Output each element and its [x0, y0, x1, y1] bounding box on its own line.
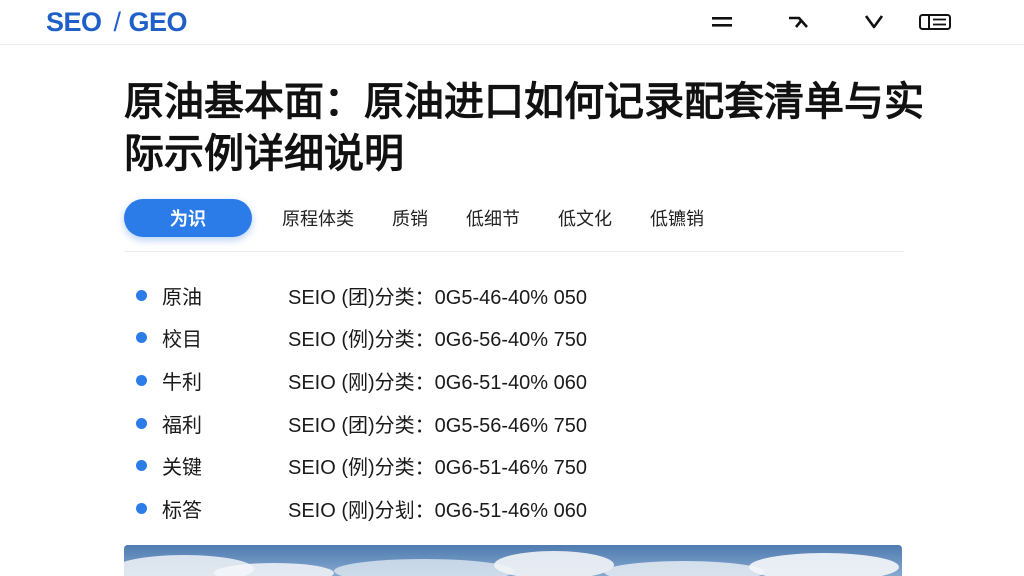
list-item-name: 关键 — [162, 455, 202, 480]
tab-0[interactable]: 为识 — [124, 199, 252, 237]
spec-list: 原油 SEIO (团)分类：0G5-46-40% 050 校目 SEIO (例)… — [124, 274, 904, 530]
list-item-name: 标答 — [162, 497, 202, 522]
collapse-icon — [864, 14, 884, 30]
top-bar: SEO / GEO — [0, 0, 1024, 45]
logo-geo: GEO — [128, 6, 188, 37]
list-item: 福利 SEIO (团)分类：0G5-56-46% 750 — [124, 402, 904, 445]
list-item-name: 牛利 — [162, 369, 202, 394]
list-item: 标答 SEIO (刚)分刬：0G6-51-46% 060 — [124, 487, 904, 530]
tab-2[interactable]: 质销 — [392, 199, 428, 237]
list-item-value: SEIO (团)分类：0G5-56-46% 750 — [288, 414, 587, 437]
list-item: 关键 SEIO (例)分类：0G6-51-46% 750 — [124, 444, 904, 487]
page-title: 原油基本面：原油进口如何记录配套清单与实际示例详细说明 — [124, 79, 924, 177]
logo-seo: SEO — [46, 6, 102, 37]
list-item-name: 原油 — [162, 284, 202, 309]
logo-separator: / — [113, 6, 122, 37]
menu-button[interactable] — [684, 8, 760, 36]
list-item-value: SEIO (例)分类：0G6-51-46% 750 — [288, 457, 587, 480]
site-logo[interactable]: SEO / GEO — [46, 6, 188, 38]
collapse-button[interactable] — [836, 8, 912, 36]
share-icon — [787, 14, 809, 30]
divider — [124, 251, 904, 252]
tab-3[interactable]: 低细节 — [466, 199, 520, 237]
list-item-value: SEIO (团)分类：0G5-46-40% 050 — [288, 286, 587, 309]
list-item-value: SEIO (刚)分刬：0G6-51-46% 060 — [288, 499, 587, 522]
list-item-value: SEIO (刚)分类：0G6-51-40% 060 — [288, 371, 587, 394]
bullet-dot — [136, 374, 147, 386]
tab-5[interactable]: 低镳销 — [650, 199, 704, 237]
list-item: 原油 SEIO (团)分类：0G5-46-40% 050 — [124, 274, 904, 317]
reader-mode-icon — [918, 13, 952, 31]
bullet-dot — [136, 289, 147, 301]
list-item: 牛利 SEIO (刚)分类：0G6-51-40% 060 — [124, 359, 904, 402]
share-button[interactable] — [760, 8, 836, 36]
menu-icon — [711, 15, 733, 29]
tab-bar: 为识 原程体类 质销 低细节 低文化 低镳销 — [124, 198, 904, 238]
list-item: 校目 SEIO (例)分类：0G6-56-40% 750 — [124, 317, 904, 360]
toolbar-icons — [684, 8, 952, 36]
cloud-image — [124, 545, 902, 576]
list-item-value: SEIO (例)分类：0G6-56-40% 750 — [288, 329, 587, 352]
sky-photo — [124, 545, 902, 576]
list-item-name: 校目 — [162, 327, 202, 352]
tab-1[interactable]: 原程体类 — [282, 199, 354, 237]
bullet-dot — [136, 332, 147, 344]
reader-mode-button[interactable] — [912, 8, 952, 36]
bullet-dot — [136, 417, 147, 429]
bullet-dot — [136, 460, 147, 472]
list-item-name: 福利 — [162, 412, 202, 437]
tab-4[interactable]: 低文化 — [558, 199, 612, 237]
bullet-dot — [136, 502, 147, 514]
